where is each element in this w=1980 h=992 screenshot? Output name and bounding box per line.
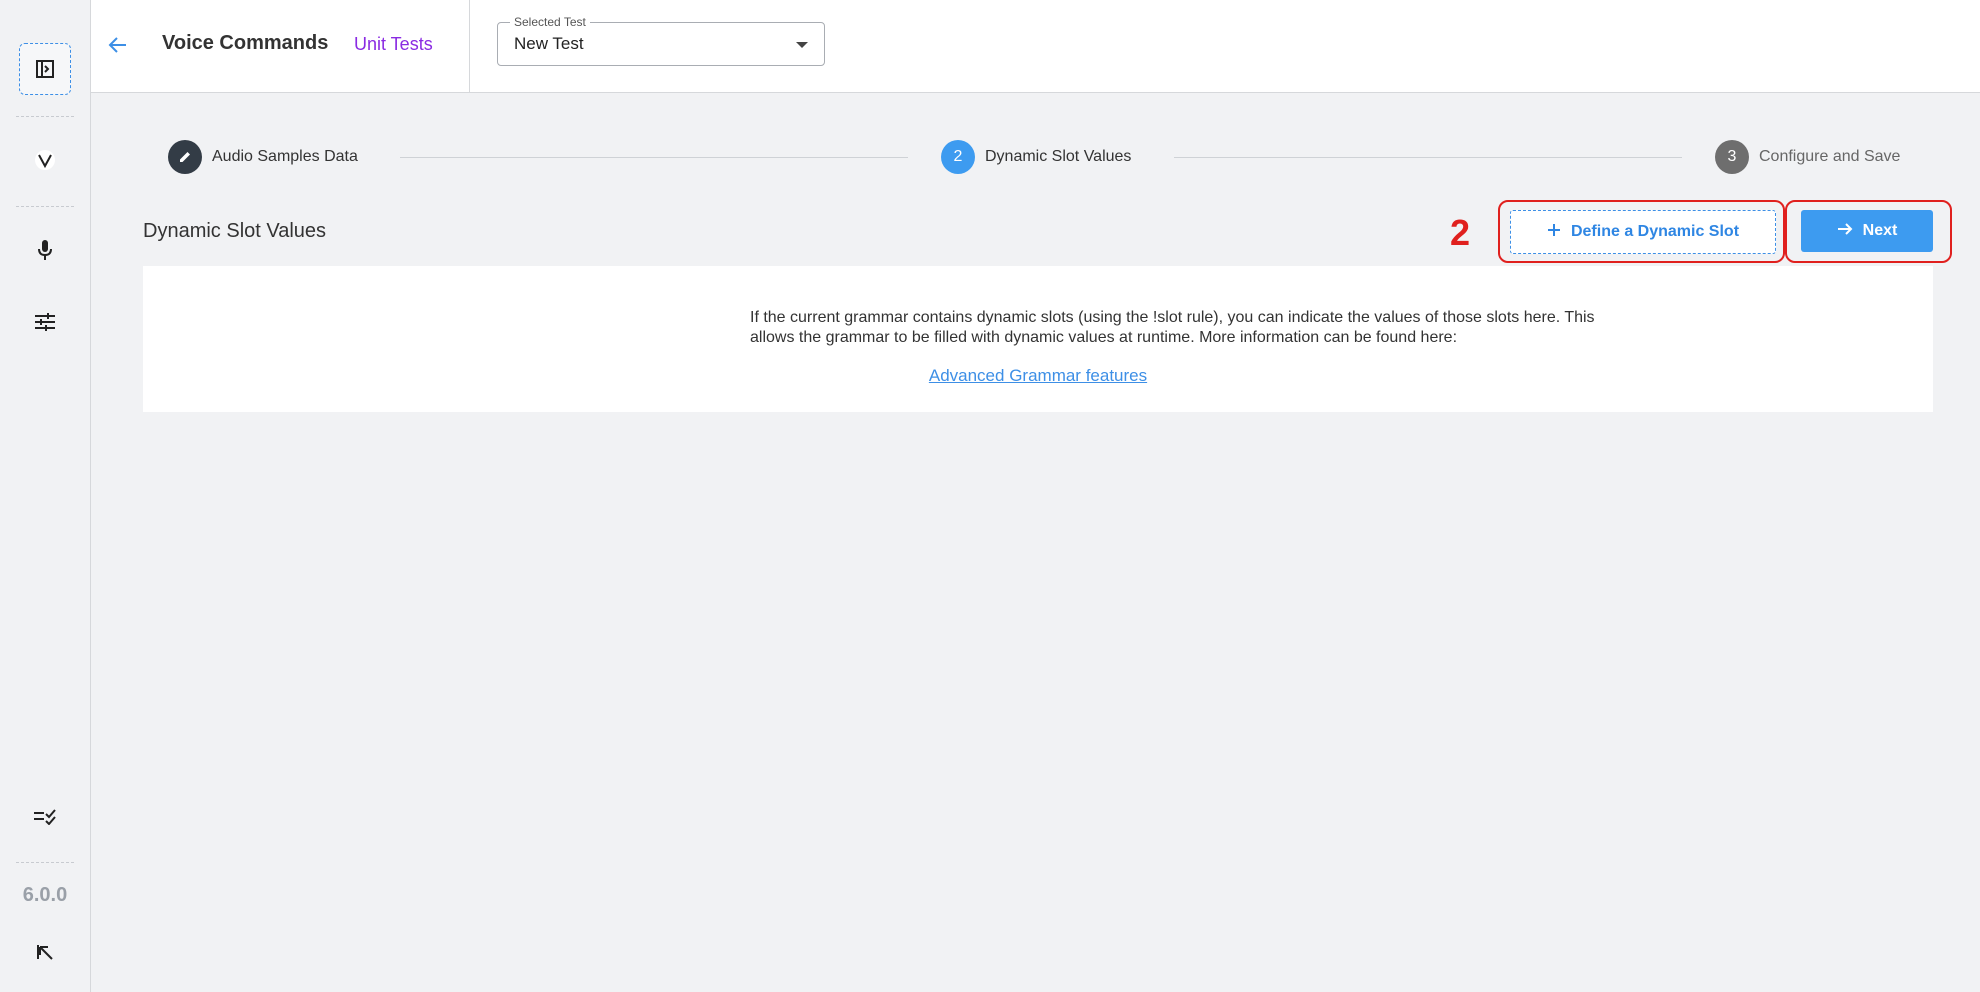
checklist-icon — [33, 807, 57, 830]
panel-toggle-icon — [19, 43, 71, 95]
advanced-grammar-link[interactable]: Advanced Grammar features — [143, 366, 1933, 386]
vocal-logo-icon — [34, 149, 56, 176]
define-button-label: Define a Dynamic Slot — [1570, 223, 1740, 240]
sidebar-item-microphone[interactable] — [0, 238, 90, 266]
sidebar: 6.0.0 — [0, 0, 91, 992]
stepper: Audio Samples Data 2 Dynamic Slot Values… — [168, 140, 1908, 174]
step-dynamic-slot-values[interactable]: 2 Dynamic Slot Values — [941, 140, 1131, 174]
step-number: 3 — [1715, 140, 1749, 174]
page-subtitle: Unit Tests — [354, 34, 433, 54]
sidebar-item-unit-tests[interactable] — [0, 804, 90, 832]
step-label: Dynamic Slot Values — [985, 148, 1132, 165]
arrow-up-left-icon — [36, 943, 54, 966]
sidebar-divider — [16, 206, 74, 207]
sidebar-toggle-button[interactable] — [0, 42, 90, 96]
caret-down-icon — [796, 42, 808, 48]
step-connector — [1174, 157, 1682, 158]
top-bar: Voice Commands Unit Tests Selected Test … — [91, 0, 1980, 93]
step-number: 2 — [941, 140, 975, 174]
annotation-marker-2: 2 — [1450, 212, 1471, 253]
sidebar-divider — [16, 116, 74, 117]
step-connector — [400, 157, 908, 158]
sidebar-item-settings[interactable] — [0, 310, 90, 338]
select-legend: Selected Test — [510, 15, 590, 29]
page-title: Voice Commands — [162, 32, 329, 54]
plus-icon — [1547, 223, 1561, 242]
tune-sliders-icon — [34, 312, 56, 337]
step-configure-and-save[interactable]: 3 Configure and Save — [1715, 140, 1900, 174]
info-card: If the current grammar contains dynamic … — [143, 266, 1933, 412]
header-divider — [469, 0, 470, 92]
section-title: Dynamic Slot Values — [143, 220, 327, 242]
define-dynamic-slot-button[interactable]: Define a Dynamic Slot — [1510, 210, 1776, 254]
pencil-icon — [168, 140, 202, 174]
version-label: 6.0.0 — [22, 884, 68, 906]
step-label: Audio Samples Data — [212, 148, 358, 165]
next-button-label: Next — [1862, 222, 1898, 239]
microphone-icon — [36, 239, 54, 266]
step-label: Configure and Save — [1759, 148, 1901, 165]
sidebar-item-logo[interactable] — [0, 148, 90, 176]
step-audio-samples[interactable]: Audio Samples Data — [168, 140, 358, 174]
sidebar-divider — [16, 862, 74, 863]
select-value: New Test — [514, 34, 584, 53]
sidebar-collapse-button[interactable] — [0, 940, 90, 968]
back-arrow-icon[interactable] — [105, 32, 131, 58]
next-button[interactable]: Next — [1801, 210, 1933, 252]
arrow-right-icon — [1837, 222, 1853, 241]
selected-test-select[interactable]: Selected Test New Test — [497, 15, 825, 66]
info-text: If the current grammar contains dynamic … — [750, 309, 1595, 346]
